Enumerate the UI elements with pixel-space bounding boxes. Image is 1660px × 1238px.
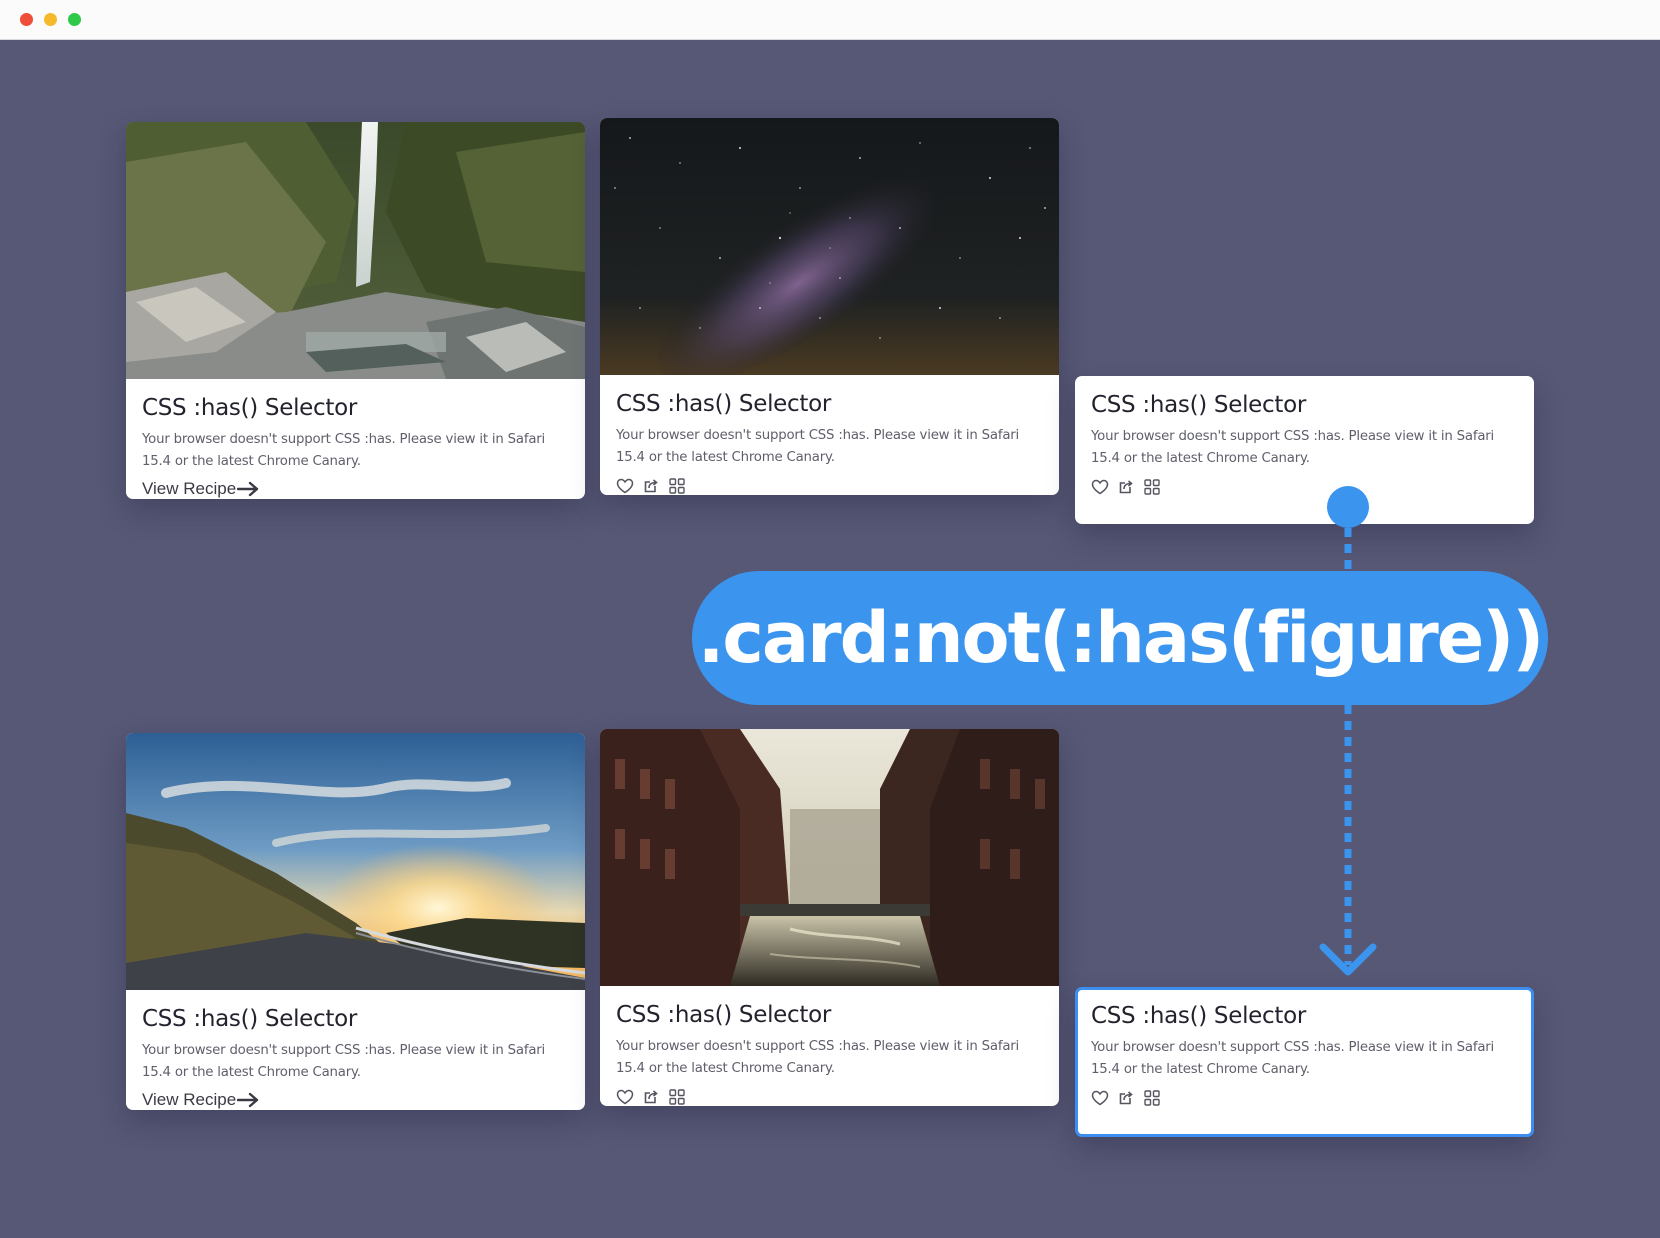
card-figure-waterfall: [126, 122, 585, 379]
grid-icon[interactable]: [1143, 1089, 1161, 1107]
arrow-right-icon: [236, 481, 259, 497]
share-icon[interactable]: [642, 477, 660, 495]
heart-icon[interactable]: [1091, 1089, 1109, 1107]
card-figure-milky-way: [600, 118, 1059, 375]
share-icon[interactable]: [1117, 478, 1135, 496]
card-title: CSS :has() Selector: [142, 395, 358, 421]
minimize-window-button[interactable]: [44, 13, 57, 26]
card-title: CSS :has() Selector: [1091, 392, 1307, 418]
card-bottom-2: CSS :has() Selector Your browser doesn't…: [600, 729, 1059, 1106]
zoom-window-button[interactable]: [68, 13, 81, 26]
close-window-button[interactable]: [20, 13, 33, 26]
card-description: Your browser doesn't support CSS :has. P…: [142, 1043, 546, 1080]
card-bottom-1: CSS :has() Selector Your browser doesn't…: [126, 733, 585, 1110]
arrow-right-icon: [236, 1092, 259, 1108]
grid-icon[interactable]: [668, 477, 686, 495]
card-title: CSS :has() Selector: [1091, 1003, 1307, 1029]
selector-code: .card:not(:has(figure)): [697, 597, 1544, 679]
heart-icon[interactable]: [616, 477, 634, 495]
card-figure-sunset-road: [126, 733, 585, 990]
card-top-1: CSS :has() Selector Your browser doesn't…: [126, 122, 585, 499]
card-description: Your browser doesn't support CSS :has. P…: [616, 428, 1020, 465]
view-recipe-label: View Recipe: [142, 479, 237, 498]
card-description: Your browser doesn't support CSS :has. P…: [616, 1039, 1020, 1076]
card-actions: [616, 1088, 1043, 1106]
card-title: CSS :has() Selector: [142, 1006, 358, 1032]
card-actions: [616, 477, 1043, 495]
heart-icon[interactable]: [1091, 478, 1109, 496]
view-recipe-link[interactable]: View Recipe: [142, 479, 259, 499]
card-title: CSS :has() Selector: [616, 391, 832, 417]
card-title: CSS :has() Selector: [616, 1002, 832, 1028]
grid-icon[interactable]: [668, 1088, 686, 1106]
card-figure-canal-city: [600, 729, 1059, 986]
grid-icon[interactable]: [1143, 478, 1161, 496]
card-description: Your browser doesn't support CSS :has. P…: [1091, 429, 1495, 466]
view-recipe-label: View Recipe: [142, 1090, 237, 1109]
window-titlebar: [0, 0, 1660, 40]
view-recipe-link[interactable]: View Recipe: [142, 1090, 259, 1110]
card-description: Your browser doesn't support CSS :has. P…: [1091, 1040, 1495, 1077]
card-description: Your browser doesn't support CSS :has. P…: [142, 432, 546, 469]
card-top-2: CSS :has() Selector Your browser doesn't…: [600, 118, 1059, 495]
heart-icon[interactable]: [616, 1088, 634, 1106]
selector-annotation-pill: .card:not(:has(figure)): [692, 571, 1548, 705]
share-icon[interactable]: [1117, 1089, 1135, 1107]
card-actions: [1091, 478, 1518, 496]
card-top-3: CSS :has() Selector Your browser doesn't…: [1075, 376, 1534, 524]
card-bottom-3-highlighted: CSS :has() Selector Your browser doesn't…: [1075, 987, 1534, 1137]
card-actions: [1091, 1089, 1518, 1107]
share-icon[interactable]: [642, 1088, 660, 1106]
